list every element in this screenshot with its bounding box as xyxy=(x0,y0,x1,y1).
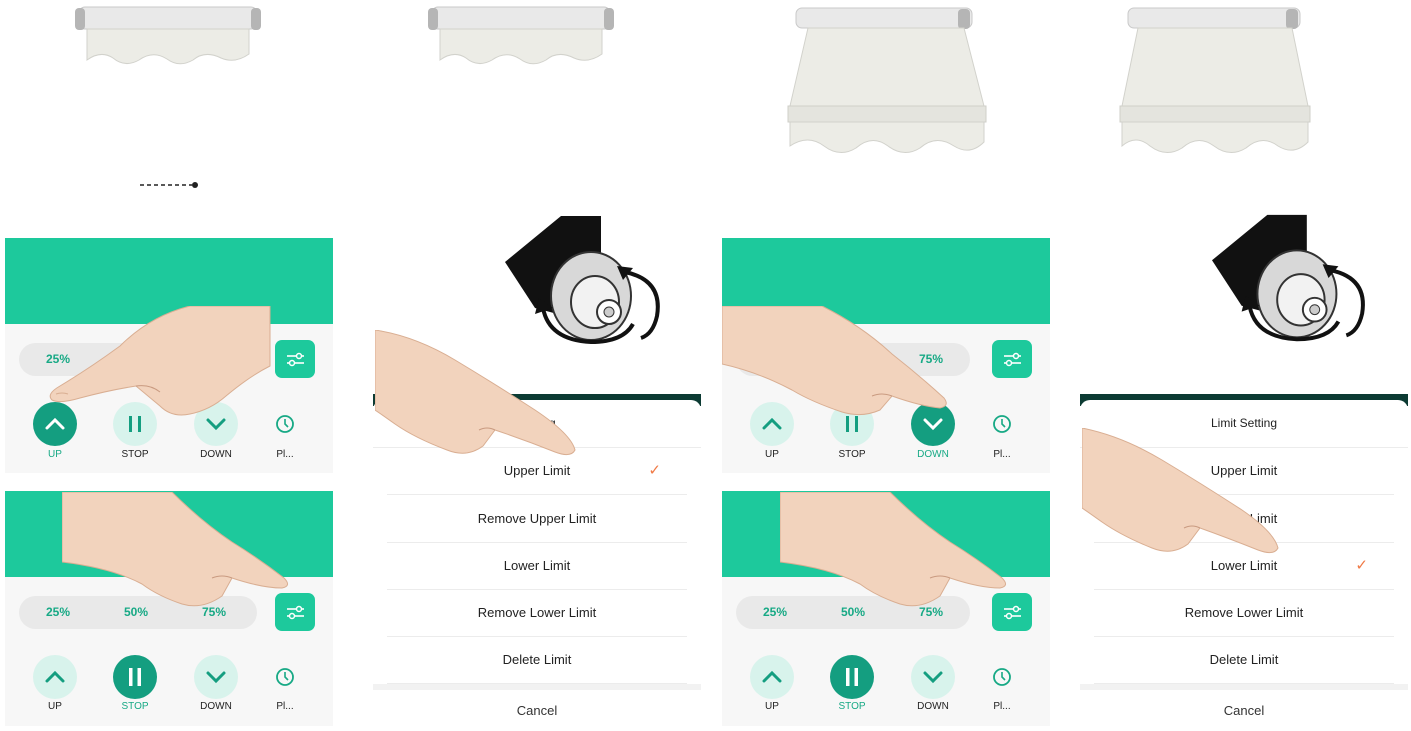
stop-button[interactable] xyxy=(113,655,157,699)
pause-icon xyxy=(129,668,141,686)
option-label: Lower Limit xyxy=(503,558,571,573)
plan-label: Pl... xyxy=(993,701,1011,712)
awning-retracted-image xyxy=(75,6,261,65)
pointing-hand-image xyxy=(722,306,947,416)
sheet-divider xyxy=(1080,684,1408,690)
sliders-icon xyxy=(287,352,304,367)
pointing-hand-image xyxy=(62,492,288,607)
down-button[interactable] xyxy=(194,655,238,699)
timer-icon[interactable] xyxy=(273,665,297,689)
check-icon: ✓ xyxy=(648,462,661,479)
stop-label: STOP xyxy=(121,449,149,460)
awning-extended-image xyxy=(1119,7,1311,153)
stop-label: STOP xyxy=(838,449,866,460)
stop-label: STOP xyxy=(838,701,866,712)
down-label: DOWN xyxy=(917,701,949,712)
plan-label: Pl... xyxy=(276,449,294,460)
sliders-icon xyxy=(1004,352,1021,367)
option-remove-lower-limit[interactable]: Remove Lower Limit xyxy=(387,589,687,637)
plan-label: Pl... xyxy=(276,701,294,712)
chevron-up-icon xyxy=(762,670,782,683)
pointing-hand-image xyxy=(49,306,271,416)
check-icon: ✓ xyxy=(1355,557,1368,574)
motor-limit-dial-image xyxy=(1212,214,1365,342)
option-label: Remove Lower Limit xyxy=(1184,605,1304,620)
up-label: UP xyxy=(765,449,779,460)
plan-label: Pl... xyxy=(993,449,1011,460)
stop-button[interactable] xyxy=(830,655,874,699)
pointing-hand-image xyxy=(375,330,576,456)
pointing-hand-image xyxy=(1082,428,1279,554)
chevron-down-icon xyxy=(923,671,943,684)
up-button[interactable] xyxy=(750,655,794,699)
option-label: Delete Limit xyxy=(502,652,572,667)
down-label: DOWN xyxy=(917,449,949,460)
option-remove-upper-limit[interactable]: Remove Upper Limit xyxy=(387,495,687,543)
down-label: DOWN xyxy=(200,449,232,460)
pause-icon xyxy=(846,668,858,686)
option-label: Delete Limit xyxy=(1209,652,1279,667)
cancel-button[interactable]: Cancel xyxy=(373,691,701,731)
timer-icon[interactable] xyxy=(990,412,1014,436)
chevron-down-icon xyxy=(206,671,226,684)
option-label: Upper Limit xyxy=(503,463,571,478)
option-label: Remove Lower Limit xyxy=(477,605,597,620)
down-button[interactable] xyxy=(911,655,955,699)
awning-extended-image xyxy=(787,7,987,153)
option-delete-limit[interactable]: Delete Limit xyxy=(1094,636,1394,684)
settings-button[interactable] xyxy=(992,340,1032,378)
cancel-button[interactable]: Cancel xyxy=(1080,691,1408,731)
sheet-divider xyxy=(373,684,701,690)
up-button[interactable] xyxy=(33,655,77,699)
up-label: UP xyxy=(48,449,62,460)
option-lower-limit[interactable]: Lower Limit xyxy=(387,542,687,590)
chevron-up-icon xyxy=(45,670,65,683)
timer-icon[interactable] xyxy=(273,412,297,436)
up-label: UP xyxy=(48,701,62,712)
down-label: DOWN xyxy=(200,701,232,712)
timer-icon[interactable] xyxy=(990,665,1014,689)
settings-button[interactable] xyxy=(275,340,315,378)
awning-retracted-image xyxy=(428,6,614,65)
dashed-connector xyxy=(140,182,198,188)
option-label: Lower Limit xyxy=(1210,558,1278,573)
up-label: UP xyxy=(765,701,779,712)
option-label: Remove Upper Limit xyxy=(477,511,597,526)
option-remove-lower-limit[interactable]: Remove Lower Limit xyxy=(1094,589,1394,637)
stop-label: STOP xyxy=(121,701,149,712)
option-delete-limit[interactable]: Delete Limit xyxy=(387,636,687,684)
pointing-hand-image xyxy=(780,492,1006,607)
